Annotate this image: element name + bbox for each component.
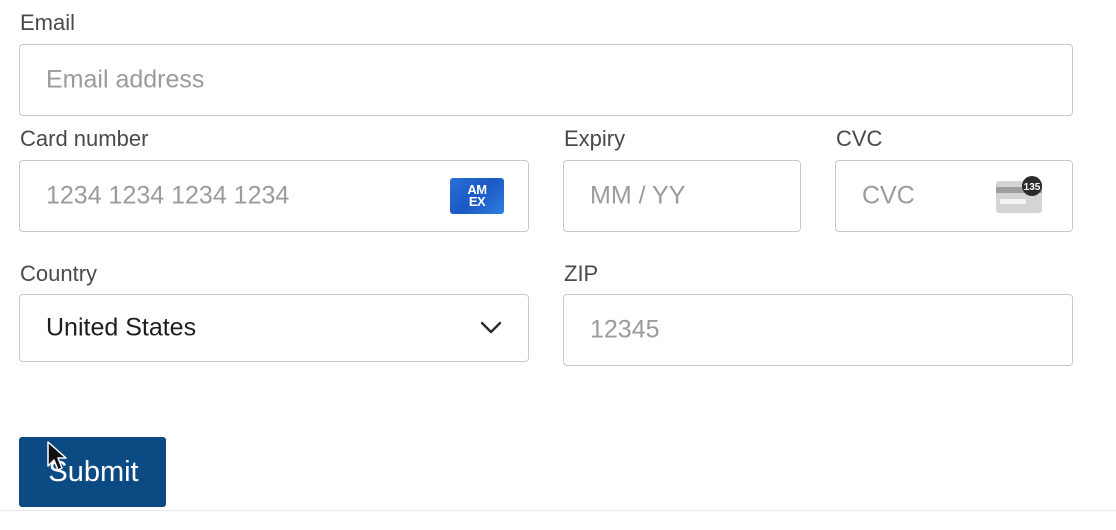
email-field[interactable]: Email address [19, 44, 1073, 116]
email-label: Email [20, 10, 76, 35]
zip-label: ZIP [564, 261, 599, 286]
country-selected-value: United States [46, 313, 197, 342]
expiry-label: Expiry [564, 126, 626, 151]
svg-text:135: 135 [1024, 182, 1041, 193]
mouse-cursor-icon [47, 441, 67, 471]
country-label: Country [20, 261, 98, 286]
card-number-label: Card number [20, 126, 149, 151]
country-select[interactable]: United States [19, 294, 529, 362]
cvc-placeholder: CVC [862, 181, 915, 210]
expiry-field[interactable]: MM / YY [563, 160, 801, 232]
email-placeholder: Email address [46, 65, 205, 94]
expiry-placeholder: MM / YY [590, 181, 686, 210]
submit-button[interactable]: Submit [19, 437, 166, 507]
zip-field[interactable]: 12345 [563, 294, 1073, 366]
bottom-divider [0, 510, 1116, 511]
card-number-field[interactable]: 1234 1234 1234 1234 AM EX [19, 160, 529, 232]
chevron-down-icon [480, 321, 502, 334]
amex-card-icon: AM EX [450, 178, 504, 214]
amex-card-icon-text: AM EX [467, 182, 487, 209]
card-number-placeholder: 1234 1234 1234 1234 [46, 181, 290, 210]
cvc-card-icon: 135 [996, 176, 1042, 213]
cvc-label: CVC [836, 126, 883, 151]
zip-placeholder: 12345 [590, 315, 660, 344]
cvc-field[interactable]: CVC 135 [835, 160, 1073, 232]
